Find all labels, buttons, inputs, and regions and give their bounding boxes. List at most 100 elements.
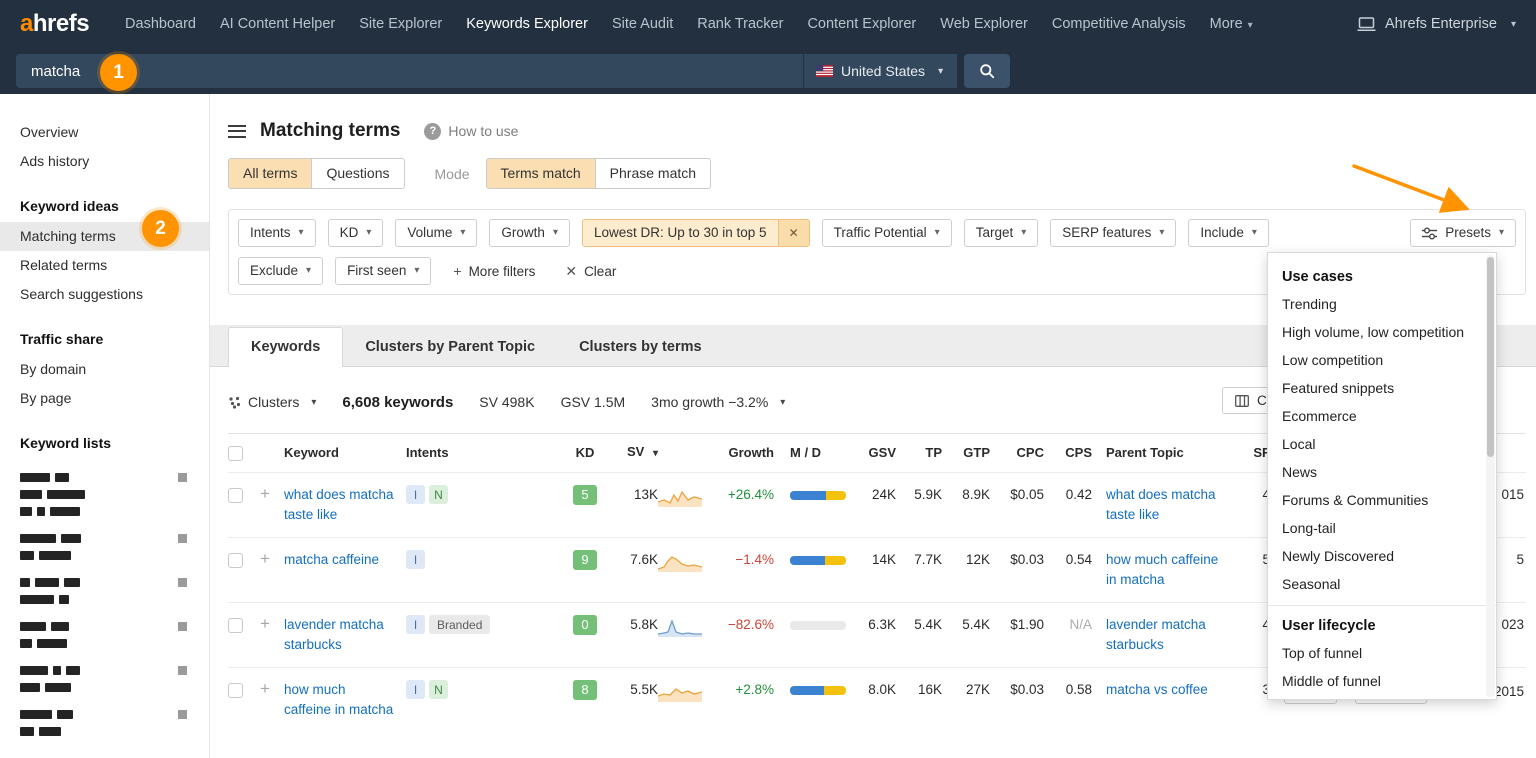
col-header-growth[interactable]: Growth [708,443,775,463]
preset-news[interactable]: News [1268,458,1496,486]
tab-all-terms[interactable]: All terms [228,158,313,189]
sidebar-item-related-terms[interactable]: Related terms [0,251,209,280]
sort-caret-icon: ▾ [652,448,658,459]
sidebar-item-by-page[interactable]: By page [0,384,209,413]
preset-featured-snippets[interactable]: Featured snippets [1268,374,1496,402]
intent-badge-informational: I [406,550,425,569]
more-filters-button[interactable]: + More filters [451,258,537,284]
page-title: Matching terms [260,120,401,141]
nav-keywords-explorer[interactable]: Keywords Explorer [454,16,600,32]
nav-web-explorer[interactable]: Web Explorer [928,16,1040,32]
country-selector[interactable]: United States ▾ [803,54,957,88]
col-header-gtp[interactable]: GTP [942,443,990,463]
scrollbar-thumb[interactable] [1487,257,1494,457]
filter-exclude[interactable]: Exclude ▾ [238,257,324,285]
ahrefs-logo[interactable]: ahrefs [20,10,90,38]
filter-intents[interactable]: Intents ▾ [238,219,316,247]
cpc-value: $0.05 [1010,487,1044,502]
preset-seasonal[interactable]: Seasonal [1268,570,1496,598]
col-header-kd[interactable]: KD [566,443,604,463]
preset-top-of-funnel[interactable]: Top of funnel [1268,639,1496,667]
trend-sparkline[interactable] [658,682,702,702]
preset-high-volume-low-competition[interactable]: High volume, low competition [1268,318,1496,346]
how-to-use-link[interactable]: ? How to use [424,122,518,140]
filter-kd[interactable]: KD ▾ [327,219,384,247]
add-to-list-icon[interactable]: + [258,615,270,633]
parent-topic-link[interactable]: how much caffeine in matcha [1106,550,1224,590]
add-to-list-icon[interactable]: + [258,680,270,698]
row-checkbox[interactable] [228,552,243,568]
parent-topic-link[interactable]: lavender matcha starbucks [1106,615,1224,655]
tab-questions[interactable]: Questions [311,158,405,189]
trend-sparkline[interactable] [658,617,702,637]
keyword-link[interactable]: matcha caffeine [284,550,379,570]
nav-rank-tracker[interactable]: Rank Tracker [685,16,795,32]
tab-clusters-by-parent-topic[interactable]: Clusters by Parent Topic [343,328,557,366]
preset-newly-discovered[interactable]: Newly Discovered [1268,542,1496,570]
active-filter-lowest-dr[interactable]: Lowest DR: Up to 30 in top 5 ✕ [581,219,810,247]
nav-ai-content-helper[interactable]: AI Content Helper [208,16,347,32]
parent-topic-link[interactable]: what does matcha taste like [1106,485,1224,525]
growth-3mo-toggle[interactable]: 3mo growth −3.2% ▾ [651,394,785,410]
preset-low-competition[interactable]: Low competition [1268,346,1496,374]
filter-traffic-potential[interactable]: Traffic Potential ▾ [821,219,952,247]
cps-value: 0.58 [1065,682,1092,697]
col-header-sv[interactable]: SV ▾ [604,442,658,464]
sidebar-item-overview[interactable]: Overview [0,118,209,147]
row-checkbox[interactable] [228,487,243,503]
tab-clusters-by-terms[interactable]: Clusters by terms [557,328,724,366]
trend-sparkline[interactable] [658,487,702,507]
preset-ecommerce[interactable]: Ecommerce [1268,402,1496,430]
col-header-keyword[interactable]: Keyword [284,443,406,463]
col-header-intents[interactable]: Intents [406,443,566,463]
filter-growth[interactable]: Growth ▾ [489,219,570,247]
nav-site-audit[interactable]: Site Audit [600,16,685,32]
col-header-cpc[interactable]: CPC [990,443,1044,463]
add-to-list-icon[interactable]: + [258,550,270,568]
row-checkbox[interactable] [228,617,243,633]
filter-target[interactable]: Target ▾ [963,219,1039,247]
sidebar-item-by-domain[interactable]: By domain [0,355,209,384]
sidebar-item-search-suggestions[interactable]: Search suggestions [0,280,209,309]
tab-phrase-match[interactable]: Phrase match [594,158,712,189]
preset-middle-of-funnel[interactable]: Middle of funnel [1268,667,1496,695]
search-button[interactable] [964,54,1010,88]
nav-dashboard[interactable]: Dashboard [113,16,208,32]
nav-site-explorer[interactable]: Site Explorer [347,16,454,32]
remove-filter-icon[interactable]: ✕ [777,220,809,246]
col-header-gsv[interactable]: GSV [848,443,896,463]
sidebar-item-ads-history[interactable]: Ads history [0,147,209,176]
menu-icon[interactable] [228,124,246,138]
keyword-link[interactable]: how much caffeine in matcha [284,680,396,720]
parent-topic-link[interactable]: matcha vs coffee [1106,680,1208,700]
add-to-list-icon[interactable]: + [258,485,270,503]
dropdown-scrollbar[interactable] [1486,255,1495,697]
col-header-tp[interactable]: TP [896,443,942,463]
col-header-cps[interactable]: CPS [1044,443,1092,463]
filter-serp-features[interactable]: SERP features ▾ [1050,219,1177,247]
presets-button[interactable]: Presets ▾ [1410,219,1516,247]
filter-volume[interactable]: Volume ▾ [395,219,478,247]
preset-trending[interactable]: Trending [1268,290,1496,318]
filter-include[interactable]: Include ▾ [1188,219,1269,247]
keyword-link[interactable]: lavender matcha starbucks [284,615,396,655]
tab-terms-match[interactable]: Terms match [485,158,596,189]
col-header-parent-topic[interactable]: Parent Topic [1106,443,1244,463]
account-menu[interactable]: Ahrefs Enterprise ▾ [1357,16,1516,32]
total-search-volume: SV 498K [479,394,535,410]
col-header-md[interactable]: M / D [790,443,848,463]
trend-sparkline[interactable] [658,552,702,572]
keyword-link[interactable]: what does matcha taste like [284,485,396,525]
filter-first-seen[interactable]: First seen ▾ [335,257,432,285]
tab-keywords[interactable]: Keywords [228,327,344,367]
nav-more[interactable]: More ▾ [1198,16,1265,32]
preset-forums-communities[interactable]: Forums & Communities [1268,486,1496,514]
nav-competitive-analysis[interactable]: Competitive Analysis [1040,16,1198,32]
preset-local[interactable]: Local [1268,430,1496,458]
select-all-checkbox[interactable] [228,446,243,462]
clusters-toggle[interactable]: Clusters ▾ [228,394,316,410]
preset-long-tail[interactable]: Long-tail [1268,514,1496,542]
nav-content-explorer[interactable]: Content Explorer [795,16,928,32]
clear-filters-button[interactable]: ✕ Clear [563,258,618,285]
row-checkbox[interactable] [228,682,243,698]
